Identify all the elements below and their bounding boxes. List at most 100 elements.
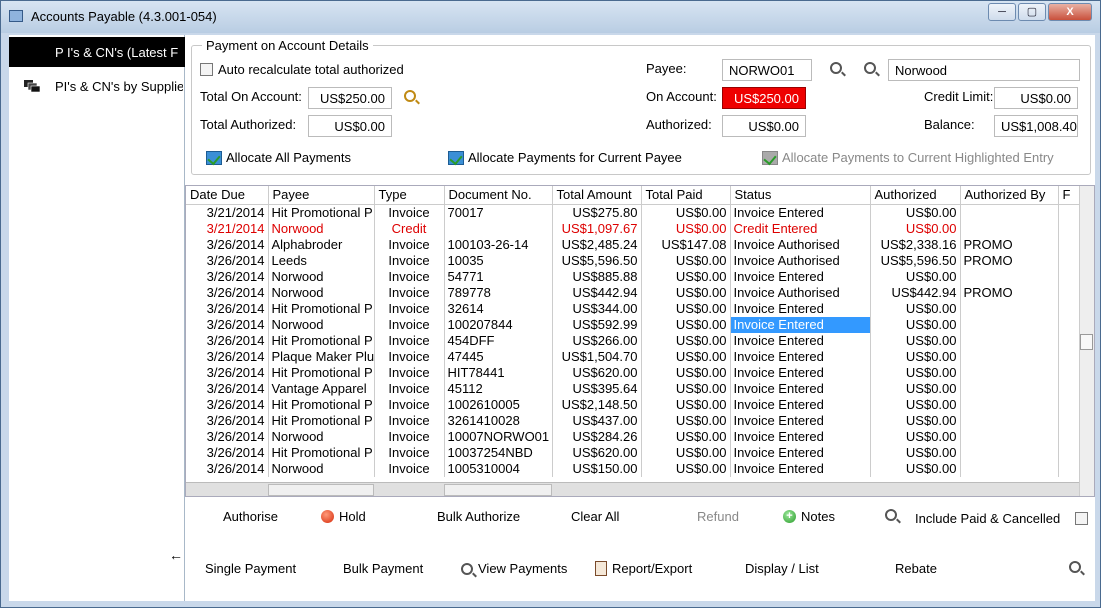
single-payment-button[interactable]: Single Payment [205, 561, 296, 576]
table-cell[interactable]: Invoice [374, 316, 445, 333]
table-cell[interactable]: Invoice Authorised [730, 252, 871, 269]
table-cell[interactable] [1058, 412, 1082, 429]
hold-button[interactable]: Hold [321, 509, 366, 524]
table-cell[interactable]: US$442.94 [870, 284, 961, 301]
table-cell[interactable]: 3/26/2014 [186, 364, 269, 381]
table-cell[interactable]: Invoice [374, 364, 445, 381]
report-export-button[interactable]: Report/Export [595, 561, 692, 576]
bulk-payment-button[interactable]: Bulk Payment [343, 561, 423, 576]
table-cell[interactable]: US$0.00 [870, 268, 961, 285]
table-cell[interactable] [1058, 236, 1082, 253]
table-cell[interactable]: 10037254NBD [444, 444, 553, 461]
horizontal-scrollbar[interactable] [186, 482, 1079, 496]
table-cell[interactable]: 3/26/2014 [186, 380, 269, 397]
include-paid-checkbox[interactable] [1075, 512, 1088, 525]
payee-column-scroll[interactable] [268, 484, 374, 496]
auto-recalc-checkbox[interactable] [200, 63, 213, 76]
table-cell[interactable]: 3/26/2014 [186, 428, 269, 445]
table-cell[interactable]: 10035 [444, 252, 553, 269]
display-list-button[interactable]: Display / List [745, 561, 819, 576]
table-cell[interactable]: US$5,596.50 [870, 252, 961, 269]
table-cell[interactable] [444, 220, 553, 237]
table-row[interactable]: 3/26/2014 Hit Promotional P Invoice HIT7844… [186, 364, 1082, 381]
table-cell[interactable]: US$0.00 [870, 460, 961, 477]
table-cell[interactable]: US$0.00 [870, 332, 961, 349]
table-cell[interactable]: US$0.00 [870, 444, 961, 461]
table-cell[interactable]: 100103-26-14 [444, 236, 553, 253]
table-cell[interactable]: 45112 [444, 380, 553, 397]
table-cell[interactable]: US$5,596.50 [552, 252, 642, 269]
table-cell[interactable]: US$0.00 [641, 284, 731, 301]
table-cell[interactable]: 3/26/2014 [186, 412, 269, 429]
table-row[interactable]: 3/26/2014 Hit Promotional P Invoice 32614 US… [186, 300, 1082, 317]
column-header[interactable]: Type [374, 186, 445, 205]
table-cell[interactable] [960, 348, 1059, 365]
table-cell[interactable]: PROMO [960, 284, 1059, 301]
nav-item-pi-cn-latest[interactable]: P I's & CN's (Latest F [9, 37, 185, 67]
bulk-authorize-button[interactable]: Bulk Authorize [437, 509, 520, 524]
table-row[interactable]: 3/26/2014 Alphabroder Invoice 100103-26-14 U… [186, 236, 1082, 253]
vertical-scrollbar[interactable] [1079, 186, 1094, 496]
table-cell[interactable]: US$2,338.16 [870, 236, 961, 253]
table-row[interactable]: 3/26/2014 Norwood Invoice 10007NORWO01 US$28… [186, 428, 1082, 445]
back-arrow-icon[interactable]: ← [169, 547, 183, 563]
table-cell[interactable]: 70017 [444, 204, 553, 221]
table-cell[interactable]: US$395.64 [552, 380, 642, 397]
table-cell[interactable]: US$150.00 [552, 460, 642, 477]
column-header[interactable]: Status [730, 186, 871, 205]
search-button[interactable] [885, 509, 897, 521]
scroll-thumb[interactable] [1080, 334, 1093, 350]
table-cell[interactable]: US$2,485.24 [552, 236, 642, 253]
table-cell[interactable] [960, 412, 1059, 429]
table-cell[interactable]: Hit Promotional P [268, 204, 375, 221]
table-cell[interactable]: Norwood [268, 268, 375, 285]
table-cell[interactable]: US$0.00 [870, 316, 961, 333]
table-cell[interactable]: 3/21/2014 [186, 220, 269, 237]
table-cell[interactable]: Plaque Maker Plu [268, 348, 375, 365]
table-row[interactable]: 3/26/2014 Norwood Invoice 54771 US$885.88 US$… [186, 268, 1082, 285]
table-cell[interactable]: Invoice Entered [730, 444, 871, 461]
table-cell[interactable]: 3/26/2014 [186, 300, 269, 317]
table-cell[interactable]: Norwood [268, 284, 375, 301]
table-cell[interactable]: US$344.00 [552, 300, 642, 317]
table-cell[interactable]: 3/26/2014 [186, 316, 269, 333]
table-cell[interactable]: Invoice [374, 268, 445, 285]
table-cell[interactable]: 3/26/2014 [186, 252, 269, 269]
table-cell[interactable]: Vantage Apparel [268, 380, 375, 397]
table-cell[interactable]: US$275.80 [552, 204, 642, 221]
table-row[interactable]: 3/26/2014 Norwood Invoice 789778 US$442.94 US… [186, 284, 1082, 301]
table-cell[interactable]: 3/26/2014 [186, 460, 269, 477]
table-cell[interactable]: Credit [374, 220, 445, 237]
close-button[interactable]: X [1048, 3, 1092, 21]
table-cell[interactable] [1058, 332, 1082, 349]
table-cell[interactable]: US$0.00 [870, 412, 961, 429]
table-cell[interactable] [1058, 220, 1082, 237]
zoom-button[interactable] [1069, 561, 1081, 573]
column-header[interactable]: Total Amount [552, 186, 642, 205]
table-cell[interactable]: Hit Promotional P [268, 444, 375, 461]
table-cell[interactable]: Invoice Entered [730, 460, 871, 477]
table-cell[interactable]: 3/26/2014 [186, 284, 269, 301]
table-row[interactable]: 3/21/2014 Norwood Credit US$1,097.67 US$0.00… [186, 220, 1082, 237]
credit-limit-field[interactable]: US$0.00 [994, 87, 1078, 109]
table-cell[interactable]: 100207844 [444, 316, 553, 333]
table-cell[interactable] [1058, 284, 1082, 301]
table-cell[interactable]: 1002610005 [444, 396, 553, 413]
table-cell[interactable]: 3/26/2014 [186, 348, 269, 365]
table-cell[interactable]: Invoice Entered [730, 348, 871, 365]
column-header[interactable]: Authorized [870, 186, 961, 205]
table-cell[interactable]: Norwood [268, 428, 375, 445]
table-cell[interactable]: US$147.08 [641, 236, 731, 253]
table-cell[interactable]: Hit Promotional P [268, 412, 375, 429]
table-cell[interactable]: Invoice Entered [730, 268, 871, 285]
table-cell[interactable]: Norwood [268, 460, 375, 477]
column-header[interactable]: Payee [268, 186, 375, 205]
table-cell[interactable] [960, 220, 1059, 237]
table-cell[interactable]: US$0.00 [641, 348, 731, 365]
table-cell[interactable]: US$1,504.70 [552, 348, 642, 365]
table-cell[interactable] [1058, 300, 1082, 317]
table-cell[interactable] [960, 316, 1059, 333]
table-cell[interactable]: Norwood [268, 220, 375, 237]
table-cell[interactable]: Invoice [374, 348, 445, 365]
column-header[interactable]: Date Due [186, 186, 269, 205]
